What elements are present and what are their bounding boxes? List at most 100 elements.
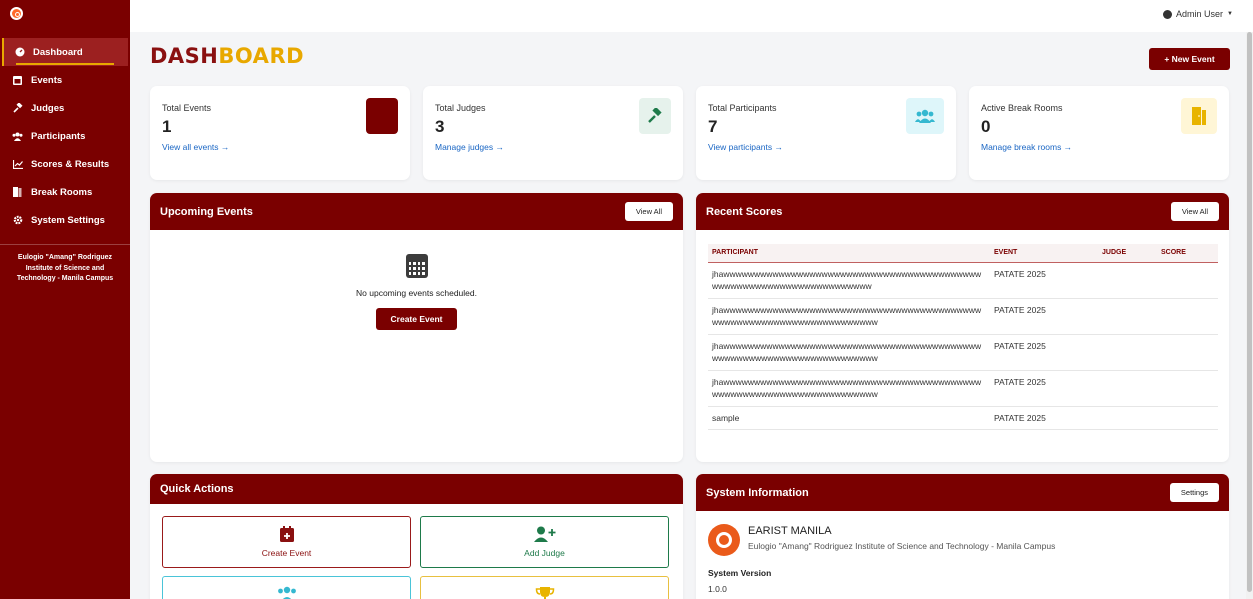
sidebar-item-dashboard[interactable]: Dashboard bbox=[2, 38, 128, 66]
stat-label: Active Break Rooms bbox=[981, 103, 1063, 113]
column-header-judge: JUDGE bbox=[1098, 244, 1157, 263]
sidebar-item-system-settings[interactable]: System Settings bbox=[0, 206, 130, 234]
panel-title: Recent Scores bbox=[706, 205, 783, 218]
events-stat-icon bbox=[366, 98, 398, 134]
stat-value: 7 bbox=[708, 117, 718, 136]
column-header-score: SCORE bbox=[1157, 244, 1218, 263]
stat-card-participants: Total Participants 7 View participants → bbox=[696, 86, 956, 180]
event-cell: PATATE 2025 bbox=[990, 262, 1098, 299]
participant-cell: sample bbox=[708, 406, 990, 430]
view-all-events-link[interactable]: View all events → bbox=[162, 142, 229, 152]
panel-header: System Information Settings bbox=[696, 474, 1229, 511]
stat-label: Total Judges bbox=[435, 103, 486, 113]
door-icon bbox=[1181, 98, 1217, 134]
panel-header: Recent Scores View All bbox=[696, 193, 1229, 230]
panel-title: Upcoming Events bbox=[160, 205, 253, 218]
column-header-event: EVENT bbox=[990, 244, 1098, 263]
view-participants-link[interactable]: View participants → bbox=[708, 142, 783, 152]
score-cell bbox=[1157, 406, 1218, 430]
users-icon bbox=[12, 131, 23, 142]
panel-title: Quick Actions bbox=[160, 483, 234, 495]
gavel-icon bbox=[12, 103, 23, 114]
sidebar-item-label: System Settings bbox=[31, 214, 105, 226]
stat-card-judges: Total Judges 3 Manage judges → bbox=[423, 86, 683, 180]
page-scrollbar[interactable] bbox=[1246, 32, 1253, 599]
stat-card-break-rooms: Active Break Rooms 0 Manage break rooms … bbox=[969, 86, 1229, 180]
table-header-row: PARTICIPANT EVENT JUDGE SCORE bbox=[708, 244, 1218, 263]
table-row: jhawwwwwwwwwwwwwwwwwwwwwwwwwwwwwwwwwwwww… bbox=[708, 298, 1218, 335]
logo-icon bbox=[10, 7, 23, 20]
sidebar-item-break-rooms[interactable]: Break Rooms bbox=[0, 178, 130, 206]
panel-title: System Information bbox=[706, 486, 809, 499]
institution-name: Eulogio "Amang" Rodriguez Institute of S… bbox=[16, 254, 114, 282]
sidebar-item-label: Scores & Results bbox=[31, 158, 110, 170]
table-row: jhawwwwwwwwwwwwwwwwwwwwwwwwwwwwwwwwwwwww… bbox=[708, 370, 1218, 407]
sidebar-item-events[interactable]: Events bbox=[0, 66, 130, 94]
page-title-part1: DASH bbox=[150, 44, 219, 68]
trophy-icon bbox=[535, 587, 554, 599]
empty-text: No upcoming events scheduled. bbox=[356, 288, 477, 298]
user-name: Admin User bbox=[1176, 9, 1224, 19]
quick-results-button[interactable] bbox=[420, 576, 669, 599]
event-cell: PATATE 2025 bbox=[990, 334, 1098, 371]
upcoming-events-panel: Upcoming Events View All No upcoming eve… bbox=[150, 193, 683, 462]
score-cell bbox=[1157, 298, 1218, 335]
score-cell bbox=[1157, 334, 1218, 371]
recent-scores-panel: Recent Scores View All PARTICIPANT EVENT… bbox=[696, 193, 1229, 462]
judge-cell bbox=[1098, 406, 1157, 430]
scrollbar-thumb[interactable] bbox=[1247, 32, 1252, 592]
new-event-button[interactable]: + New Event bbox=[1149, 48, 1230, 70]
calendar-icon bbox=[405, 254, 428, 278]
quick-participants-button[interactable] bbox=[162, 576, 411, 599]
create-event-button[interactable]: Create Event bbox=[376, 308, 457, 330]
sidebar-item-judges[interactable]: Judges bbox=[0, 94, 130, 122]
institution-logo bbox=[708, 524, 740, 556]
manage-break-rooms-link[interactable]: Manage break rooms → bbox=[981, 142, 1072, 152]
stat-value: 1 bbox=[162, 117, 172, 136]
sidebar-item-label: Events bbox=[31, 74, 63, 86]
participant-cell: jhawwwwwwwwwwwwwwwwwwwwwwwwwwwwwwwwwwwww… bbox=[708, 262, 990, 299]
judge-cell bbox=[1098, 262, 1157, 299]
gear-icon bbox=[12, 215, 23, 226]
participant-cell: jhawwwwwwwwwwwwwwwwwwwwwwwwwwwwwwwwwwwww… bbox=[708, 334, 990, 371]
sidebar-logo[interactable] bbox=[0, 0, 130, 32]
quick-actions-panel: Quick Actions Create Event Add Judge bbox=[150, 474, 683, 599]
judge-cell bbox=[1098, 370, 1157, 407]
sidebar-item-scores[interactable]: Scores & Results bbox=[0, 150, 130, 178]
column-header-participant: PARTICIPANT bbox=[708, 244, 990, 263]
judge-cell bbox=[1098, 334, 1157, 371]
stat-card-events: Total Events 1 View all events → bbox=[150, 86, 410, 180]
user-menu[interactable]: Admin User ▼ bbox=[1163, 9, 1233, 19]
recent-view-all-button[interactable]: View All bbox=[1170, 202, 1219, 221]
quick-create-event-button[interactable]: Create Event bbox=[162, 516, 411, 568]
sidebar-item-label: Dashboard bbox=[33, 46, 83, 58]
panel-header: Upcoming Events View All bbox=[150, 193, 683, 230]
institution-full-name: Eulogio "Amang" Rodriguez Institute of S… bbox=[748, 541, 1056, 551]
score-cell bbox=[1157, 262, 1218, 299]
event-cell: PATATE 2025 bbox=[990, 370, 1098, 407]
stat-value: 0 bbox=[981, 117, 991, 136]
page-title: DASHBOARD bbox=[150, 44, 304, 68]
user-plus-icon bbox=[533, 526, 555, 542]
sidebar-item-participants[interactable]: Participants bbox=[0, 122, 130, 150]
sidebar-item-label: Break Rooms bbox=[31, 186, 93, 198]
users-icon bbox=[277, 586, 296, 599]
sidebar-item-label: Participants bbox=[31, 130, 86, 142]
settings-button[interactable]: Settings bbox=[1169, 483, 1219, 502]
upcoming-view-all-button[interactable]: View All bbox=[624, 202, 673, 221]
stat-label: Total Events bbox=[162, 103, 212, 113]
sidebar-divider bbox=[0, 244, 130, 245]
calendar-plus-icon bbox=[279, 526, 294, 542]
participant-cell: jhawwwwwwwwwwwwwwwwwwwwwwwwwwwwwwwwwwwww… bbox=[708, 370, 990, 407]
event-cell: PATATE 2025 bbox=[990, 298, 1098, 335]
panel-header: Quick Actions bbox=[150, 474, 683, 504]
caret-down-icon: ▼ bbox=[1227, 11, 1233, 17]
table-row: jhawwwwwwwwwwwwwwwwwwwwwwwwwwwwwwwwwwwww… bbox=[708, 262, 1218, 299]
quick-action-label: Create Event bbox=[261, 548, 312, 558]
quick-add-judge-button[interactable]: Add Judge bbox=[420, 516, 669, 568]
page-title-part2: BOARD bbox=[218, 44, 305, 68]
topbar: Admin User ▼ bbox=[130, 0, 1253, 32]
door-icon bbox=[12, 187, 23, 198]
system-info-panel: System Information Settings EARIST MANIL… bbox=[696, 474, 1229, 599]
manage-judges-link[interactable]: Manage judges → bbox=[435, 142, 504, 152]
